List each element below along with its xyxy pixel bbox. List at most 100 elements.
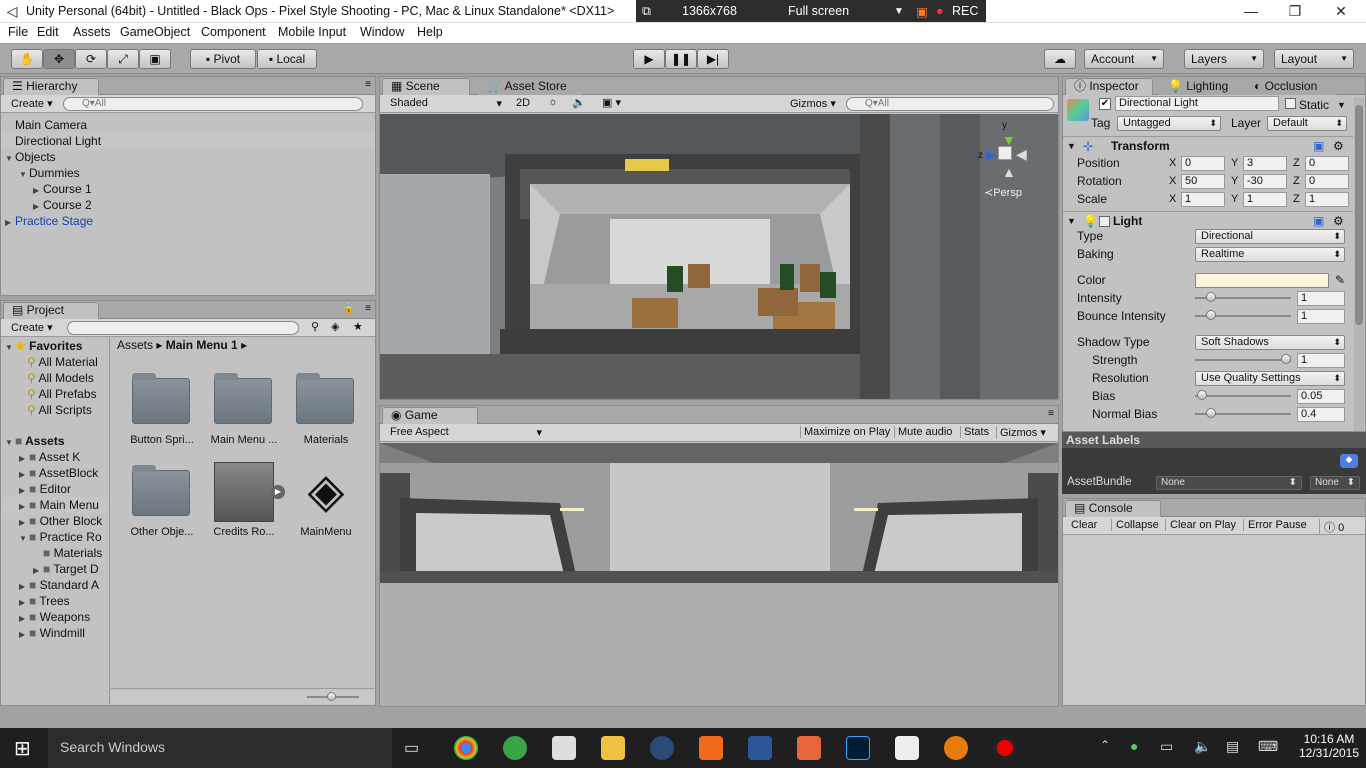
- favorite-item[interactable]: ⚲ All Models: [1, 370, 109, 386]
- word-icon[interactable]: [748, 736, 772, 760]
- expand-prefab-icon[interactable]: ▶: [271, 485, 285, 499]
- scene-viewport[interactable]: y ▼ z ▶ ◀ ▲ ≺Persp: [380, 114, 1058, 399]
- rect-tool-icon[interactable]: ▣: [139, 49, 171, 69]
- audacity-icon[interactable]: [797, 736, 821, 760]
- tab-occlusion[interactable]: ◐ Occlusion: [1245, 78, 1337, 95]
- hierarchy-item[interactable]: Directional Light: [1, 133, 375, 149]
- zoom-slider-knob[interactable]: [327, 692, 336, 701]
- hierarchy-item[interactable]: ▶ Course 2: [1, 197, 375, 213]
- folder-icon[interactable]: [132, 373, 190, 424]
- layer-dropdown[interactable]: Default: [1267, 116, 1347, 131]
- assetbundle-dropdown[interactable]: None ⬍: [1156, 476, 1302, 490]
- bias-field[interactable]: 0.05: [1297, 389, 1345, 404]
- axis-center-cube-icon[interactable]: [998, 146, 1012, 160]
- bounce-field[interactable]: 1: [1297, 309, 1345, 324]
- maximize-on-play-toggle[interactable]: Maximize on Play: [800, 426, 890, 438]
- menu-component[interactable]: Component: [201, 25, 266, 39]
- asset-label[interactable]: Materials: [286, 434, 366, 446]
- menu-gameobject[interactable]: GameObject: [120, 25, 190, 39]
- utorrent-icon[interactable]: [503, 736, 527, 760]
- asset-folder-item[interactable]: ▶ ■ Weapons: [1, 609, 109, 625]
- light-type-dropdown[interactable]: Directional: [1195, 229, 1345, 244]
- windows-start-icon[interactable]: ⊞: [14, 736, 31, 761]
- hierarchy-item[interactable]: ▶ Practice Stage: [1, 213, 375, 229]
- eyedropper-icon[interactable]: ✎: [1335, 271, 1345, 289]
- layers-dropdown[interactable]: Layers ▼: [1184, 49, 1264, 69]
- resolution-dropdown[interactable]: Use Quality Settings: [1195, 371, 1345, 386]
- photoshop-icon[interactable]: [846, 736, 870, 760]
- transform-x-field[interactable]: 1: [1181, 192, 1225, 207]
- strength-slider[interactable]: [1195, 354, 1291, 364]
- layout-dropdown[interactable]: Layout ▼: [1274, 49, 1354, 69]
- assetbundle-variant-dropdown[interactable]: None ⬍: [1310, 476, 1360, 490]
- transform-header[interactable]: ▼ ⊹ Transform ▣ ⚙: [1063, 136, 1353, 154]
- task-view-icon[interactable]: ▭: [404, 738, 419, 758]
- normal-bias-slider[interactable]: [1195, 408, 1291, 418]
- tray-chevron-up-icon[interactable]: ⌃: [1100, 738, 1110, 752]
- baking-dropdown[interactable]: Realtime: [1195, 247, 1345, 262]
- favorite-item[interactable]: ⚲ All Material: [1, 354, 109, 370]
- keyboard-icon[interactable]: ⌨: [1258, 738, 1278, 755]
- menu-window[interactable]: Window: [360, 25, 404, 39]
- console-collapse-button[interactable]: Collapse: [1111, 519, 1159, 531]
- settings-app-icon[interactable]: [699, 736, 723, 760]
- bias-slider[interactable]: [1195, 390, 1291, 400]
- rotate-tool-icon[interactable]: ⟳: [75, 49, 107, 69]
- bounce-slider-knob[interactable]: [1205, 310, 1216, 320]
- scale-tool-icon[interactable]: ⤢: [107, 49, 139, 69]
- tab-hierarchy[interactable]: ☰ Hierarchy: [3, 78, 99, 95]
- project-search-input[interactable]: [67, 321, 299, 335]
- tab-scene[interactable]: ▦ Scene: [382, 78, 470, 95]
- calculator-icon[interactable]: [552, 736, 576, 760]
- active-checkbox[interactable]: ✔: [1099, 98, 1111, 110]
- axis-down-cone-icon[interactable]: ▲: [1002, 164, 1016, 180]
- rec-label[interactable]: REC: [952, 4, 978, 18]
- file-explorer-icon[interactable]: [601, 736, 625, 760]
- scene-audio-icon[interactable]: 🔈: [572, 96, 586, 109]
- filter-type-icon[interactable]: ⚲: [311, 320, 319, 333]
- folder-icon[interactable]: [132, 465, 190, 516]
- inspector-scrollbar[interactable]: [1354, 97, 1364, 431]
- transform-y-field[interactable]: 3: [1243, 156, 1287, 171]
- static-dropdown-icon[interactable]: ▼: [1337, 96, 1346, 114]
- menu-edit[interactable]: Edit: [37, 25, 59, 39]
- transform-y-field[interactable]: -30: [1243, 174, 1287, 189]
- menu-help[interactable]: Help: [417, 25, 443, 39]
- asset-folder-item[interactable]: ▶ ■ Editor: [1, 481, 109, 497]
- panel-menu-icon[interactable]: ≡: [1048, 408, 1054, 419]
- battery-icon[interactable]: ▭: [1160, 738, 1173, 755]
- breadcrumb-root[interactable]: Assets: [117, 338, 153, 352]
- transform-x-field[interactable]: 0: [1181, 156, 1225, 171]
- folder-icon[interactable]: [296, 373, 354, 424]
- game-viewport[interactable]: [380, 443, 1058, 706]
- scene-gizmos-dropdown[interactable]: Gizmos ▾: [790, 97, 836, 110]
- game-gizmos-dropdown[interactable]: Gizmos ▾: [996, 426, 1046, 439]
- axis-x-cone-icon[interactable]: ◀: [1016, 146, 1027, 163]
- close-icon[interactable]: ✕: [1318, 0, 1364, 22]
- asset-folder-item[interactable]: ▶ ■ Main Menu: [1, 497, 109, 513]
- unity-taskbar-icon[interactable]: [895, 736, 919, 760]
- assets-header[interactable]: ▼ ■ Assets: [1, 433, 109, 449]
- stats-toggle[interactable]: Stats: [960, 426, 989, 438]
- chrome-icon[interactable]: [454, 736, 478, 760]
- asset-label[interactable]: Button Spri...: [122, 434, 202, 446]
- restore-icon[interactable]: ❐: [1272, 0, 1318, 22]
- favorites-header[interactable]: ▼ ★ Favorites: [1, 338, 109, 354]
- hierarchy-item[interactable]: ▶ Course 1: [1, 181, 375, 197]
- intensity-slider[interactable]: [1195, 292, 1291, 302]
- chevron-down-icon[interactable]: ▼: [894, 6, 904, 17]
- asset-folder-item[interactable]: ▶ ■ Asset K: [1, 449, 109, 465]
- recorder-resolution[interactable]: 1366x768: [682, 4, 737, 18]
- clock[interactable]: 10:16 AM 12/31/2015: [1296, 732, 1362, 760]
- scene-gizmo[interactable]: y ▼ z ▶ ◀ ▲ ≺Persp: [978, 120, 1038, 200]
- menu-mobile-input[interactable]: Mobile Input: [278, 25, 346, 39]
- recorder-icon[interactable]: [993, 736, 1017, 760]
- light-enabled-checkbox[interactable]: [1099, 216, 1110, 227]
- console-clear-on-play-button[interactable]: Clear on Play: [1165, 519, 1236, 531]
- filter-label-icon[interactable]: ◈: [331, 320, 339, 333]
- aspect-dropdown[interactable]: Free Aspect ▾: [390, 426, 542, 439]
- color-swatch[interactable]: [1195, 273, 1329, 288]
- scene-search-input[interactable]: Q▾All: [846, 97, 1054, 111]
- breadcrumb-current[interactable]: Main Menu 1: [166, 338, 238, 352]
- asset-label[interactable]: Credits Ro...: [204, 526, 284, 538]
